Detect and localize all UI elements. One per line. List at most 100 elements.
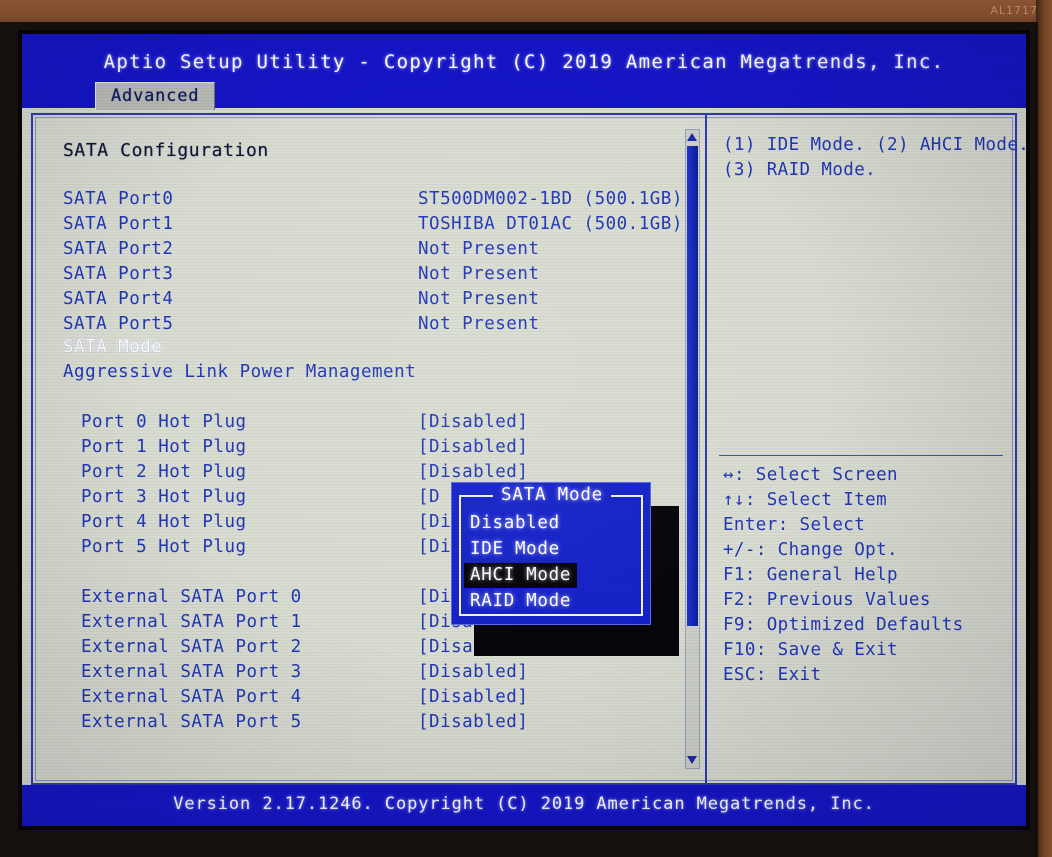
row-value: Not Present bbox=[418, 314, 540, 334]
popup-option-ahci-mode[interactable]: AHCI Mode bbox=[464, 563, 578, 588]
key-name: F1 bbox=[723, 565, 745, 585]
settings-list: SATA Configuration SATA Port0 ST500DM002-… bbox=[33, 115, 683, 783]
scrollbar-thumb[interactable] bbox=[687, 146, 698, 626]
key-name: ↔ bbox=[723, 465, 734, 485]
key-hint-6: F9: Optimized Defaults bbox=[723, 615, 964, 635]
row-label: Port 2 Hot Plug bbox=[81, 462, 247, 482]
key-action: : Change Opt. bbox=[755, 540, 898, 560]
row-label: External SATA Port 2 bbox=[81, 637, 302, 657]
key-hint-1: ↑↓: Select Item bbox=[723, 490, 887, 510]
row-value: [Disabled] bbox=[418, 712, 529, 732]
hot-plug-row-1[interactable]: Port 1 Hot Plug [Disabled] bbox=[81, 435, 681, 460]
key-hint-5: F2: Previous Values bbox=[723, 590, 931, 610]
key-name: Enter bbox=[723, 515, 778, 535]
row-value: [D bbox=[418, 487, 441, 507]
external-sata-row-3[interactable]: External SATA Port 3 [Disabled] bbox=[81, 660, 681, 685]
help-text-line-1: (3) RAID Mode. bbox=[723, 160, 877, 180]
key-hint-2: Enter: Select bbox=[723, 515, 865, 535]
bios-screen: Aptio Setup Utility - Copyright (C) 2019… bbox=[22, 34, 1026, 826]
external-sata-row-4[interactable]: External SATA Port 4 [Disabled] bbox=[81, 685, 681, 710]
setting-row-1[interactable]: Aggressive Link Power Management bbox=[63, 360, 678, 385]
row-label: SATA Port4 bbox=[63, 289, 174, 309]
sata-mode-popup: SATA Mode Disabled IDE Mode AHCI Mode RAID … bbox=[451, 482, 651, 625]
key-name: F2 bbox=[723, 590, 745, 610]
external-sata-row-5[interactable]: External SATA Port 5 [Disabled] bbox=[81, 710, 681, 735]
popup-option-raid-mode[interactable]: RAID Mode bbox=[470, 589, 571, 614]
row-label: External SATA Port 0 bbox=[81, 587, 302, 607]
key-hint-8: ESC: Exit bbox=[723, 665, 821, 685]
row-label: External SATA Port 1 bbox=[81, 612, 302, 632]
key-action: : Select Screen bbox=[733, 465, 898, 485]
row-label: Port 4 Hot Plug bbox=[81, 512, 247, 532]
key-action: : General Help bbox=[744, 565, 898, 585]
sata-port-row-4[interactable]: SATA Port4 Not Present bbox=[63, 287, 678, 312]
key-action: : Optimized Defaults bbox=[744, 615, 964, 635]
vertical-scrollbar[interactable] bbox=[685, 129, 700, 769]
sata-port-row-0[interactable]: SATA Port0 ST500DM002-1BD (500.1GB) bbox=[63, 187, 682, 212]
tab-bar: Advanced bbox=[22, 82, 1026, 110]
sata-port-row-5[interactable]: SATA Port5 Not Present bbox=[63, 312, 678, 337]
key-name: +/- bbox=[723, 540, 756, 560]
scroll-up-arrow-icon[interactable] bbox=[687, 132, 698, 143]
row-label: SATA Port3 bbox=[63, 264, 174, 284]
row-label: Port 5 Hot Plug bbox=[81, 537, 247, 557]
row-label: SATA Port1 bbox=[63, 214, 174, 234]
help-separator bbox=[719, 455, 1003, 456]
key-hint-0: ↔: Select Screen bbox=[723, 465, 898, 485]
key-action: : Previous Values bbox=[744, 590, 931, 610]
popup-option-ide-mode[interactable]: IDE Mode bbox=[470, 537, 560, 562]
row-label: SATA Mode bbox=[63, 337, 163, 357]
row-label: Port 1 Hot Plug bbox=[81, 437, 247, 457]
section-title: SATA Configuration bbox=[63, 140, 269, 161]
sata-port-row-2[interactable]: SATA Port2 Not Present bbox=[63, 237, 678, 262]
key-name: F10 bbox=[723, 640, 756, 660]
bios-footer: Version 2.17.1246. Copyright (C) 2019 Am… bbox=[22, 785, 1026, 826]
sata-port-row-3[interactable]: SATA Port3 Not Present bbox=[63, 262, 678, 287]
row-value: Not Present bbox=[418, 239, 540, 259]
key-name: ↑↓ bbox=[723, 490, 745, 510]
row-label: SATA Port2 bbox=[63, 239, 174, 259]
popup-title: SATA Mode bbox=[452, 485, 652, 505]
desk-surface-right bbox=[1036, 0, 1052, 857]
row-value: [Disabled] bbox=[418, 687, 529, 707]
row-label: Aggressive Link Power Management bbox=[63, 362, 417, 382]
key-action: : Save & Exit bbox=[755, 640, 898, 660]
key-action: : Select Item bbox=[744, 490, 888, 510]
key-action: : Exit bbox=[755, 665, 822, 685]
popup-title-text: SATA Mode bbox=[492, 485, 612, 505]
popup-option-disabled[interactable]: Disabled bbox=[470, 511, 560, 536]
panel-divider bbox=[705, 115, 707, 783]
hot-plug-row-0[interactable]: Port 0 Hot Plug [Disabled] bbox=[81, 410, 681, 435]
key-action: : Select bbox=[777, 515, 866, 535]
monitor-photo: AL1717 Aptio Setup Utility - Copyright (… bbox=[0, 0, 1052, 857]
row-value: [Disabled] bbox=[418, 437, 529, 457]
row-label: Port 3 Hot Plug bbox=[81, 487, 247, 507]
setting-row-0[interactable]: SATA Mode bbox=[63, 335, 678, 360]
row-value: [Disabled] bbox=[418, 662, 529, 682]
key-name: F9 bbox=[723, 615, 745, 635]
row-value: Not Present bbox=[418, 289, 540, 309]
help-text-line-0: (1) IDE Mode. (2) AHCI Mode. bbox=[723, 135, 1026, 155]
row-label: Port 0 Hot Plug bbox=[81, 412, 247, 432]
page-title: Aptio Setup Utility - Copyright (C) 2019… bbox=[103, 51, 945, 73]
row-value: [Disabled] bbox=[418, 412, 529, 432]
row-value: ST500DM002-1BD (500.1GB) bbox=[418, 189, 683, 209]
row-value: TOSHIBA DT01AC (500.1GB) bbox=[418, 214, 683, 234]
key-name: ESC bbox=[723, 665, 756, 685]
key-hint-7: F10: Save & Exit bbox=[723, 640, 898, 660]
row-label: External SATA Port 4 bbox=[81, 687, 302, 707]
bios-header: Aptio Setup Utility - Copyright (C) 2019… bbox=[22, 34, 1026, 110]
row-label: SATA Port0 bbox=[63, 189, 174, 209]
row-label: External SATA Port 5 bbox=[81, 712, 302, 732]
monitor-model-label: AL1717 bbox=[990, 4, 1038, 17]
tab-advanced[interactable]: Advanced bbox=[95, 82, 216, 110]
version-text: Version 2.17.1246. Copyright (C) 2019 Am… bbox=[173, 794, 875, 814]
key-hint-4: F1: General Help bbox=[723, 565, 898, 585]
row-label: SATA Port5 bbox=[63, 314, 174, 334]
scroll-down-arrow-icon[interactable] bbox=[687, 755, 698, 766]
key-hint-3: +/-: Change Opt. bbox=[723, 540, 898, 560]
content-panel: SATA Configuration SATA Port0 ST500DM002-… bbox=[31, 113, 1026, 785]
help-panel: (1) IDE Mode. (2) AHCI Mode. (3) RAID Mod… bbox=[709, 115, 1026, 783]
sata-port-row-1[interactable]: SATA Port1 TOSHIBA DT01AC (500.1GB) bbox=[63, 212, 682, 237]
row-label: External SATA Port 3 bbox=[81, 662, 302, 682]
